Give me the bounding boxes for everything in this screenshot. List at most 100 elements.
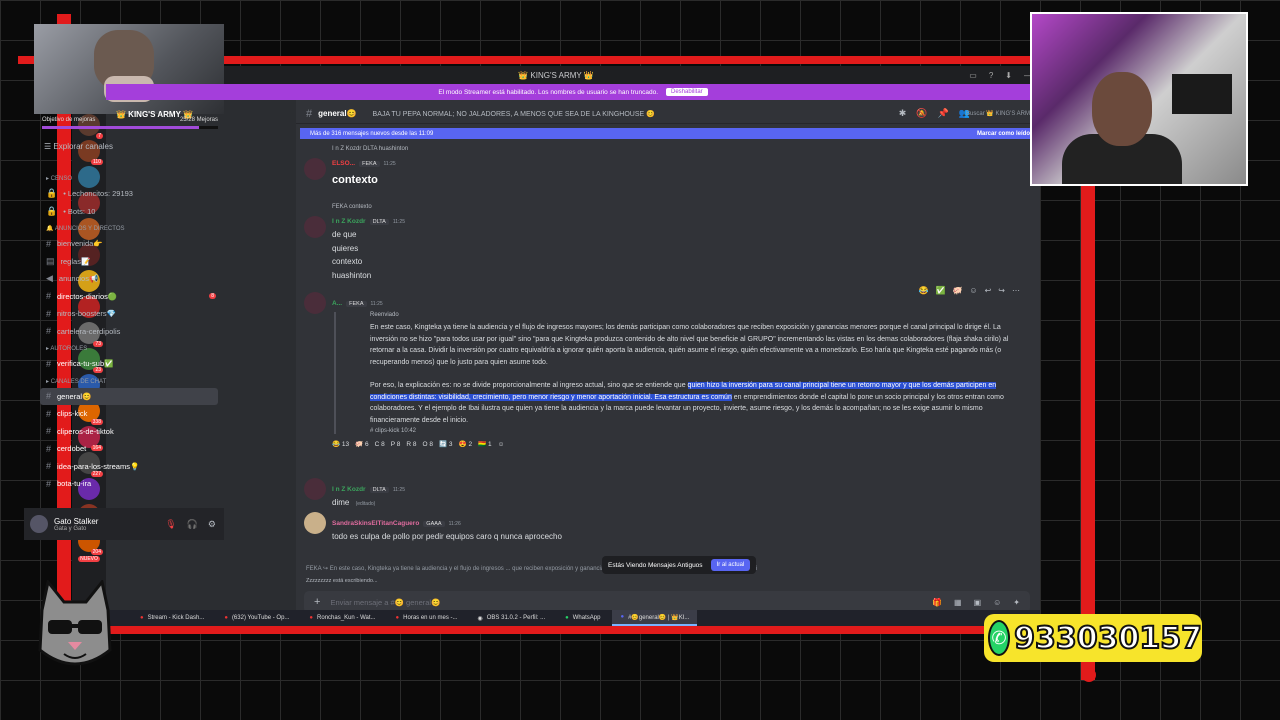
more-icon[interactable]: ⋯ bbox=[1012, 286, 1020, 295]
boost-goal[interactable]: Objetivo de mejoras 25/28 Mejoras bbox=[42, 114, 218, 126]
avatar[interactable] bbox=[304, 478, 326, 500]
taskbar-item[interactable]: ● Ronchas_Kun - Wat... bbox=[301, 610, 383, 626]
notification-icon[interactable]: 🔕 bbox=[916, 108, 927, 119]
username[interactable]: A... bbox=[332, 300, 342, 307]
forward-icon[interactable]: ↪ bbox=[998, 286, 1005, 295]
new-messages-bar[interactable]: Más de 316 mensajes nuevos desde las 11:… bbox=[300, 128, 1040, 139]
forward-source[interactable]: # clips-kick 10:42 bbox=[370, 428, 1024, 434]
plus-icon[interactable]: + bbox=[314, 596, 320, 608]
channel-lechoncitos[interactable]: 🔒 • Lechoncitos: 29193 bbox=[34, 185, 224, 203]
mark-as-read-button[interactable]: Marcar como leído bbox=[977, 131, 1030, 137]
channel-label: general😊 bbox=[57, 391, 92, 401]
channel-bienvenida[interactable]: # bienvenida👉 bbox=[34, 235, 224, 253]
avatar[interactable] bbox=[304, 512, 326, 534]
add-reaction-icon[interactable]: ☺ bbox=[498, 440, 505, 448]
avatar[interactable] bbox=[304, 292, 326, 314]
reaction-add-icon[interactable]: ☺ bbox=[969, 286, 977, 295]
channel-clips-kick[interactable]: # clips-kick bbox=[34, 405, 224, 423]
role-tag: FEKA bbox=[359, 161, 380, 167]
reaction[interactable]: 🇧🇴 1 bbox=[478, 440, 492, 448]
channel-label: verifica-tu-sub✅ bbox=[57, 359, 114, 369]
username[interactable]: I n Z Kozdr bbox=[332, 486, 366, 493]
reply-icon[interactable]: ↩ bbox=[985, 286, 992, 295]
taskbar-item-active[interactable]: ● #😊general😊 | 👑KI... bbox=[612, 610, 698, 626]
search-input[interactable]: Buscar 👑 KING'S ARMY bbox=[966, 110, 1034, 117]
message[interactable]: SandraSkinsElTitanCaguero GAAA 11:26 todo … bbox=[304, 512, 1024, 544]
message-forwarded[interactable]: 😂 ✅ 🐖 ☺ ↩ ↪ ⋯ A... FEKA 11:25 Reenviado En… bbox=[304, 286, 1024, 448]
task-label: Horas en un mes -... bbox=[403, 615, 458, 621]
username[interactable]: ELSO... bbox=[332, 160, 355, 167]
channel-label: nitros-boosters💎 bbox=[57, 309, 116, 319]
gif-icon[interactable]: ▦ bbox=[954, 598, 962, 607]
category-chat[interactable]: ▸ CANALES DE CHAT bbox=[34, 373, 224, 388]
obs-icon: ◉ bbox=[477, 615, 483, 622]
jump-to-present-button[interactable]: Ir al actual bbox=[710, 559, 751, 571]
user-panel[interactable]: Gato Stalker Gata y Gato 🎙 🎧 ⚙ bbox=[24, 508, 224, 540]
help-icon[interactable]: ? bbox=[989, 71, 993, 80]
message[interactable]: I n Z Kozdr DLTA 11:25 dime (editado) bbox=[304, 478, 1024, 512]
channel-bota-tu-ira[interactable]: # bota-tu-ira bbox=[34, 475, 224, 493]
browser-icon: ● bbox=[309, 615, 314, 621]
microphone-muted-icon[interactable]: 🎙 bbox=[165, 519, 176, 530]
channel-cliperos-de-tiktok[interactable]: # cliperos-de-tiktok bbox=[34, 423, 224, 441]
disable-streamer-button[interactable]: Deshabilitar bbox=[666, 88, 708, 96]
explore-channels[interactable]: ☰ Explorar canales bbox=[44, 142, 113, 151]
window-title: 👑 KING'S ARMY 👑 bbox=[518, 70, 594, 80]
apps-icon[interactable]: ✦ bbox=[1013, 598, 1020, 607]
channel-bots[interactable]: 🔒 • Bots: 10 bbox=[34, 203, 224, 221]
whatsapp-overlay: ✆ 933030157 bbox=[984, 614, 1203, 662]
category-anuncios[interactable]: 🔔 ANUNCIOS Y DIRECTOS bbox=[34, 220, 224, 235]
pig-icon[interactable]: 🐖 bbox=[952, 286, 962, 295]
check-icon[interactable]: ✅ bbox=[935, 286, 945, 295]
channel-general[interactable]: # general😊 bbox=[40, 387, 218, 405]
category-autoroles[interactable]: ▸ AUTOROLES bbox=[34, 340, 224, 355]
reaction[interactable]: R 8 bbox=[406, 440, 416, 448]
threads-icon[interactable]: ✱ bbox=[899, 108, 907, 119]
channel-verifica-tu-sub[interactable]: # verifica-tu-sub✅ bbox=[34, 355, 224, 373]
taskbar-item[interactable]: ● (632) YouTube - Op... bbox=[216, 610, 297, 626]
username[interactable]: SandraSkinsElTitanCaguero bbox=[332, 520, 419, 527]
message[interactable]: FEKA contexto I n Z Kozdr DLTA 11:25 de qu… bbox=[304, 204, 1024, 282]
avatar[interactable] bbox=[304, 158, 326, 180]
taskbar-item[interactable]: ● WhatsApp bbox=[557, 610, 608, 626]
reaction[interactable]: 😂 13 bbox=[332, 440, 349, 448]
channel-cerdobet[interactable]: # cerdobet bbox=[34, 440, 224, 458]
taskbar-item[interactable]: ● Stream - Kick Dash... bbox=[132, 610, 212, 626]
reaction[interactable]: 😍 2 bbox=[459, 440, 473, 448]
sticker-icon[interactable]: ▣ bbox=[974, 598, 982, 607]
reaction[interactable]: 🐖 6 bbox=[355, 440, 369, 448]
channel-idea-para-los-streams[interactable]: # idea-para-los-streams💡 bbox=[34, 458, 224, 476]
server-badge: 204 bbox=[90, 549, 103, 555]
message[interactable]: I n Z Kozdr DLTA huashinton ELSO... FEKA 1… bbox=[304, 146, 1024, 186]
emoji-icon[interactable]: 😂 bbox=[919, 286, 929, 295]
gift-icon[interactable]: 🎁 bbox=[932, 598, 942, 607]
taskbar-item[interactable]: ● Horas en un mes -... bbox=[388, 610, 466, 626]
unread-badge: 8 bbox=[209, 293, 216, 300]
username[interactable]: I n Z Kozdr bbox=[332, 218, 366, 225]
category-censo[interactable]: ▸ CENSO bbox=[34, 170, 224, 185]
category-label: CENSO bbox=[50, 176, 73, 182]
hash-icon: # bbox=[46, 308, 52, 319]
channel-nitros-boosters[interactable]: # nitros-boosters💎 bbox=[34, 305, 224, 323]
headphones-icon[interactable]: 🎧 bbox=[187, 519, 198, 530]
reaction[interactable]: C 8 bbox=[375, 440, 385, 448]
reaction[interactable]: P 8 bbox=[391, 440, 401, 448]
taskbar-item[interactable]: ◉ OBS 31.0.2 - Perfil: ... bbox=[470, 610, 554, 626]
emoji-picker-icon[interactable]: ☺ bbox=[993, 598, 1001, 607]
avatar[interactable] bbox=[304, 216, 326, 238]
channel-reglas[interactable]: ▤ reglas📝 bbox=[34, 253, 224, 271]
inbox-icon[interactable]: ▭ bbox=[969, 71, 977, 80]
channel-directos-diarios[interactable]: # directos-diarios🟢 8 bbox=[34, 288, 224, 306]
pin-icon[interactable]: 📌 bbox=[938, 108, 949, 119]
role-tag: GAAA bbox=[423, 521, 445, 527]
gear-icon[interactable]: ⚙ bbox=[208, 519, 216, 530]
task-label: (632) YouTube - Op... bbox=[231, 615, 290, 621]
typing-indicator: Zzzzzzzzz está escribiendo... bbox=[306, 578, 378, 584]
channel-anuncios[interactable]: ◀ anuncios📢 bbox=[34, 270, 224, 288]
whatsapp-icon: ✆ bbox=[988, 620, 1011, 656]
reaction[interactable]: 🔄 3 bbox=[439, 440, 453, 448]
download-icon[interactable]: ⬇ bbox=[1005, 71, 1012, 80]
reaction[interactable]: O 8 bbox=[423, 440, 433, 448]
hash-icon: # bbox=[46, 478, 52, 489]
channel-cartelera[interactable]: # cartelera-cerdipolis bbox=[34, 323, 224, 341]
